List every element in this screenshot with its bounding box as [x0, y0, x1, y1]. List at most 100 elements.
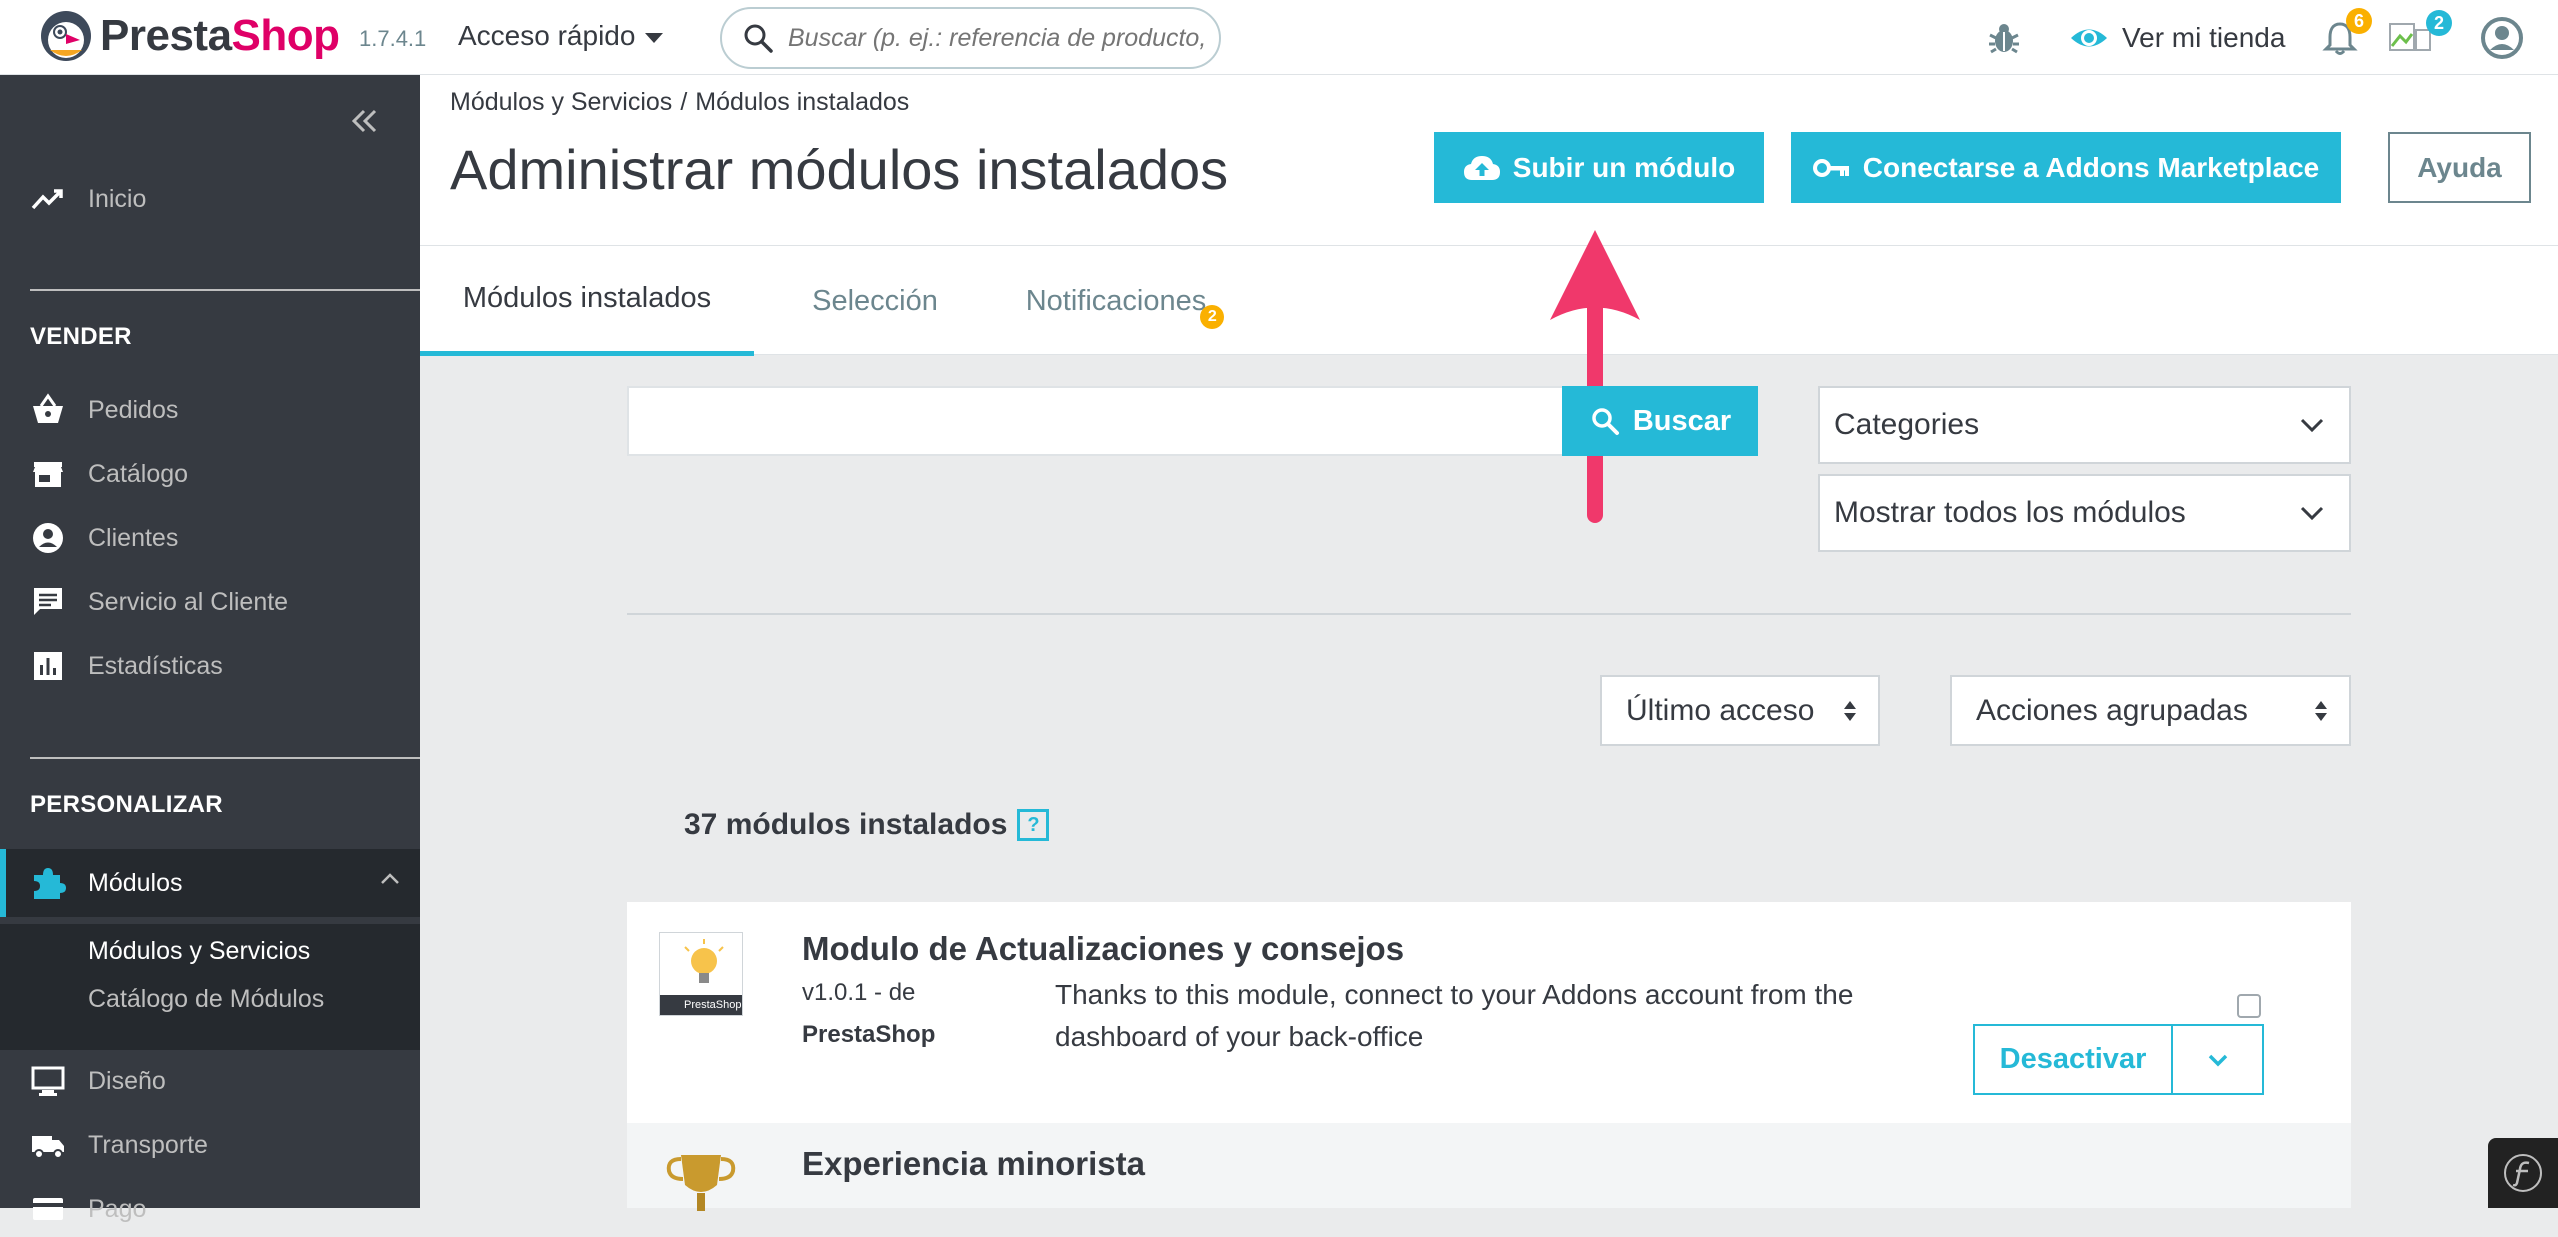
- module-thumbnail: PrestaShop: [659, 932, 743, 1016]
- sidebar-item-clientes[interactable]: Clientes: [0, 510, 420, 566]
- sidebar-item-inicio[interactable]: Inicio: [0, 171, 420, 227]
- search-icon: [1592, 408, 1619, 435]
- show-modules-value: Mostrar todos los módulos: [1834, 496, 2186, 529]
- quick-access-dropdown[interactable]: Acceso rápido: [458, 20, 664, 52]
- tab-modulos-instalados[interactable]: Módulos instalados: [420, 246, 754, 356]
- tab-label: Módulos instalados: [462, 282, 712, 314]
- page-title: Administrar módulos instalados: [450, 138, 1229, 201]
- sort-select[interactable]: Último acceso: [1600, 675, 1880, 746]
- view-store-link[interactable]: Ver mi tienda: [2068, 0, 2285, 75]
- connect-addons-button[interactable]: Conectarse a Addons Marketplace: [1791, 132, 2341, 203]
- tab-seleccion[interactable]: Selección: [790, 246, 960, 356]
- key-icon: [1812, 158, 1849, 177]
- connect-addons-label: Conectarse a Addons Marketplace: [1862, 151, 2320, 183]
- sidebar-item-label: Diseño: [88, 1066, 166, 1095]
- categories-select[interactable]: Categories: [1818, 386, 2351, 464]
- search-button[interactable]: Buscar: [1562, 386, 1758, 456]
- bulk-actions-select[interactable]: Acciones agrupadas: [1950, 675, 2351, 746]
- breadcrumb-separator: /: [680, 88, 688, 116]
- logo-wordmark: PrestaShop: [100, 11, 340, 60]
- module-select-checkbox[interactable]: [2237, 994, 2261, 1018]
- eye-icon: [2071, 29, 2107, 46]
- sidebar-item-label: Catálogo: [88, 459, 189, 488]
- module-actions: Desactivar: [1973, 1024, 2264, 1095]
- view-store-label: Ver mi tienda: [2122, 21, 2286, 53]
- sidebar-divider: [30, 757, 420, 759]
- help-button[interactable]: Ayuda: [2388, 132, 2531, 203]
- search-icon[interactable]: [740, 20, 776, 56]
- symfony-icon: [2504, 1154, 2542, 1192]
- employee-image[interactable]: 2: [2388, 0, 2452, 75]
- submenu-modulos-servicios[interactable]: Módulos y Servicios: [88, 937, 310, 966]
- tab-notificaciones[interactable]: Notificaciones 2: [996, 246, 1236, 356]
- prestashop-logo[interactable]: PrestaShop: [40, 10, 340, 62]
- version-label: 1.7.4.1: [359, 26, 427, 51]
- module-name[interactable]: Experiencia minorista: [802, 1145, 1145, 1183]
- breadcrumb-current: Módulos instalados: [695, 88, 910, 116]
- sidebar-item-catalogo[interactable]: Catálogo: [0, 446, 420, 502]
- module-author: PrestaShop: [802, 1021, 936, 1048]
- notifications-badge: 6: [2346, 8, 2372, 34]
- sort-arrows-icon: [1844, 700, 1856, 721]
- sidebar-item-transporte[interactable]: Transporte: [0, 1117, 420, 1173]
- sidebar-item-label: Servicio al Cliente: [88, 587, 289, 616]
- sidebar-item-label: Pago: [88, 1194, 147, 1223]
- module-description: Thanks to this module, connect to your A…: [1055, 979, 1854, 1052]
- user-account-icon: [2481, 16, 2523, 59]
- debug-mode-button[interactable]: [1984, 0, 2024, 75]
- sidebar-item-pedidos[interactable]: Pedidos: [0, 382, 420, 438]
- page-header: Módulos y Servicios / Módulos instalados A…: [420, 75, 2558, 356]
- tab-label-wrap: Notificaciones 2: [1025, 284, 1225, 329]
- submenu-catalogo-modulos[interactable]: Catálogo de Módulos: [88, 985, 324, 1014]
- module-name[interactable]: Modulo de Actualizaciones y consejos: [802, 930, 1404, 968]
- puzzle-icon: [34, 868, 66, 899]
- store-icon: [33, 462, 63, 487]
- header-search[interactable]: [720, 7, 1221, 69]
- breadcrumb: Módulos y Servicios / Módulos instalados: [450, 88, 909, 117]
- module-search-input[interactable]: [627, 386, 1566, 456]
- section-personalizar: PERSONALIZAR: [30, 791, 223, 818]
- tab-label: Notificaciones: [1025, 284, 1207, 317]
- section-vender: VENDER: [30, 323, 132, 350]
- module-actions-dropdown[interactable]: [2171, 1024, 2264, 1095]
- trophy-icon: [666, 1155, 736, 1211]
- tab-label: Selección: [812, 284, 938, 317]
- sidebar-item-diseno[interactable]: Diseño: [0, 1053, 420, 1109]
- bug-icon: [1989, 23, 2019, 53]
- sidebar-item-servicio-cliente[interactable]: Servicio al Cliente: [0, 574, 420, 630]
- sidebar-item-label: Pedidos: [88, 395, 179, 424]
- breadcrumb-parent[interactable]: Módulos y Servicios: [450, 88, 672, 116]
- thumbnail-caption: PrestaShop: [684, 999, 742, 1011]
- employee-badge: 2: [2426, 10, 2452, 36]
- chat-icon: [34, 588, 62, 615]
- trending-up-icon: [31, 189, 63, 210]
- bulk-actions-value: Acciones agrupadas: [1976, 693, 2248, 727]
- chevron-up-icon: [381, 873, 399, 884]
- module-row: PrestaShop Modulo de Actualizaciones y c…: [627, 902, 2351, 1123]
- sidebar-item-label: Estadísticas: [88, 651, 223, 680]
- arrow-annotation-icon: [1550, 230, 1640, 523]
- collapse-sidebar-icon[interactable]: [346, 103, 382, 139]
- deactivate-button[interactable]: Desactivar: [1973, 1024, 2171, 1095]
- upload-module-button[interactable]: Subir un módulo: [1434, 132, 1764, 203]
- account-circle-icon: [33, 523, 63, 553]
- sidebar-item-modulos[interactable]: Módulos: [0, 849, 420, 917]
- header-search-input[interactable]: [786, 22, 1206, 54]
- sidebar-item-estadisticas[interactable]: Estadísticas: [0, 638, 420, 694]
- show-modules-select[interactable]: Mostrar todos los módulos: [1818, 474, 2351, 552]
- sidebar-item-pago[interactable]: Pago: [0, 1181, 420, 1237]
- credit-card-icon: [33, 1198, 63, 1220]
- shopping-basket-icon: [33, 393, 63, 423]
- truck-icon: [32, 1136, 64, 1159]
- upload-module-label: Subir un módulo: [1512, 151, 1736, 183]
- categories-value: Categories: [1834, 408, 1980, 441]
- chevron-down-icon: [2300, 418, 2324, 433]
- sidebar-item-label: Inicio: [88, 184, 147, 213]
- help-question-icon[interactable]: ?: [1017, 809, 1050, 841]
- symfony-toolbar-toggle[interactable]: [2488, 1138, 2558, 1208]
- account-menu[interactable]: [2480, 0, 2524, 75]
- notifications-tab-badge: 2: [1200, 304, 1225, 329]
- caret-down-icon: [645, 32, 664, 43]
- notifications-button[interactable]: 6: [2320, 0, 2372, 75]
- module-version: v1.0.1 - de: [802, 979, 916, 1006]
